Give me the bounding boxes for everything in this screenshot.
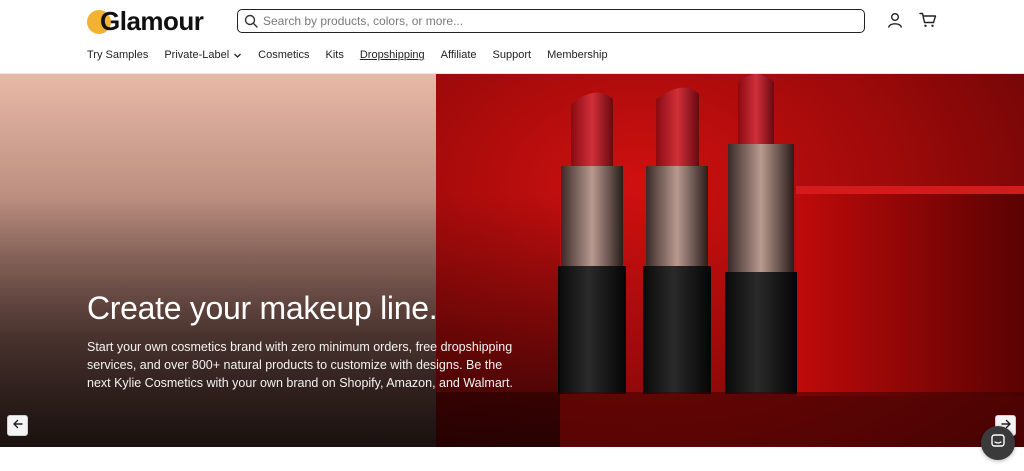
chat-launcher-button[interactable]: [981, 426, 1015, 460]
hero-title: Create your makeup line.: [87, 290, 438, 326]
arrow-left-icon: [12, 417, 24, 435]
user-icon[interactable]: [886, 11, 904, 29]
logo[interactable]: Glamour: [87, 5, 204, 36]
search-input[interactable]: [263, 14, 843, 28]
nav-item-try-samples[interactable]: Try Samples: [87, 49, 148, 61]
nav-item-dropshipping[interactable]: Dropshipping: [360, 49, 425, 61]
chevron-down-icon: [233, 51, 242, 60]
nav-label: Private-Label: [164, 49, 230, 61]
nav-label: Dropshipping: [359, 49, 425, 61]
hero-description: Start your own cosmetics brand with zero…: [87, 340, 513, 390]
nav-item-private-label[interactable]: Private-Label: [164, 49, 242, 61]
nav-label: Cosmetics: [258, 49, 310, 61]
nav-label: Support: [492, 49, 532, 61]
nav-item-support[interactable]: Support: [493, 49, 532, 61]
search-bar[interactable]: [237, 9, 865, 33]
logo-text: Glamour: [100, 5, 204, 36]
nav-label: Try Samples: [87, 49, 149, 61]
nav-item-kits[interactable]: Kits: [326, 49, 344, 61]
chat-icon: [990, 433, 1006, 454]
nav-label: Membership: [547, 49, 608, 61]
search-icon: [244, 14, 258, 28]
nav-item-cosmetics[interactable]: Cosmetics: [258, 49, 309, 61]
nav-label: Kits: [325, 49, 344, 61]
hero-banner: Create your makeup line. Start your own …: [0, 74, 1024, 447]
carousel-prev-button[interactable]: [7, 415, 28, 436]
main-nav: Try Samples Private-Label Cosmetics Kits…: [87, 49, 608, 61]
nav-item-affiliate[interactable]: Affiliate: [441, 49, 477, 61]
nav-item-membership[interactable]: Membership: [547, 49, 608, 61]
site-header: Glamour Try Samples Private-Label Cosmet…: [0, 0, 1024, 74]
cart-icon[interactable]: [918, 11, 938, 29]
page-content-start: [0, 447, 1024, 471]
nav-label: Affiliate: [440, 49, 477, 61]
